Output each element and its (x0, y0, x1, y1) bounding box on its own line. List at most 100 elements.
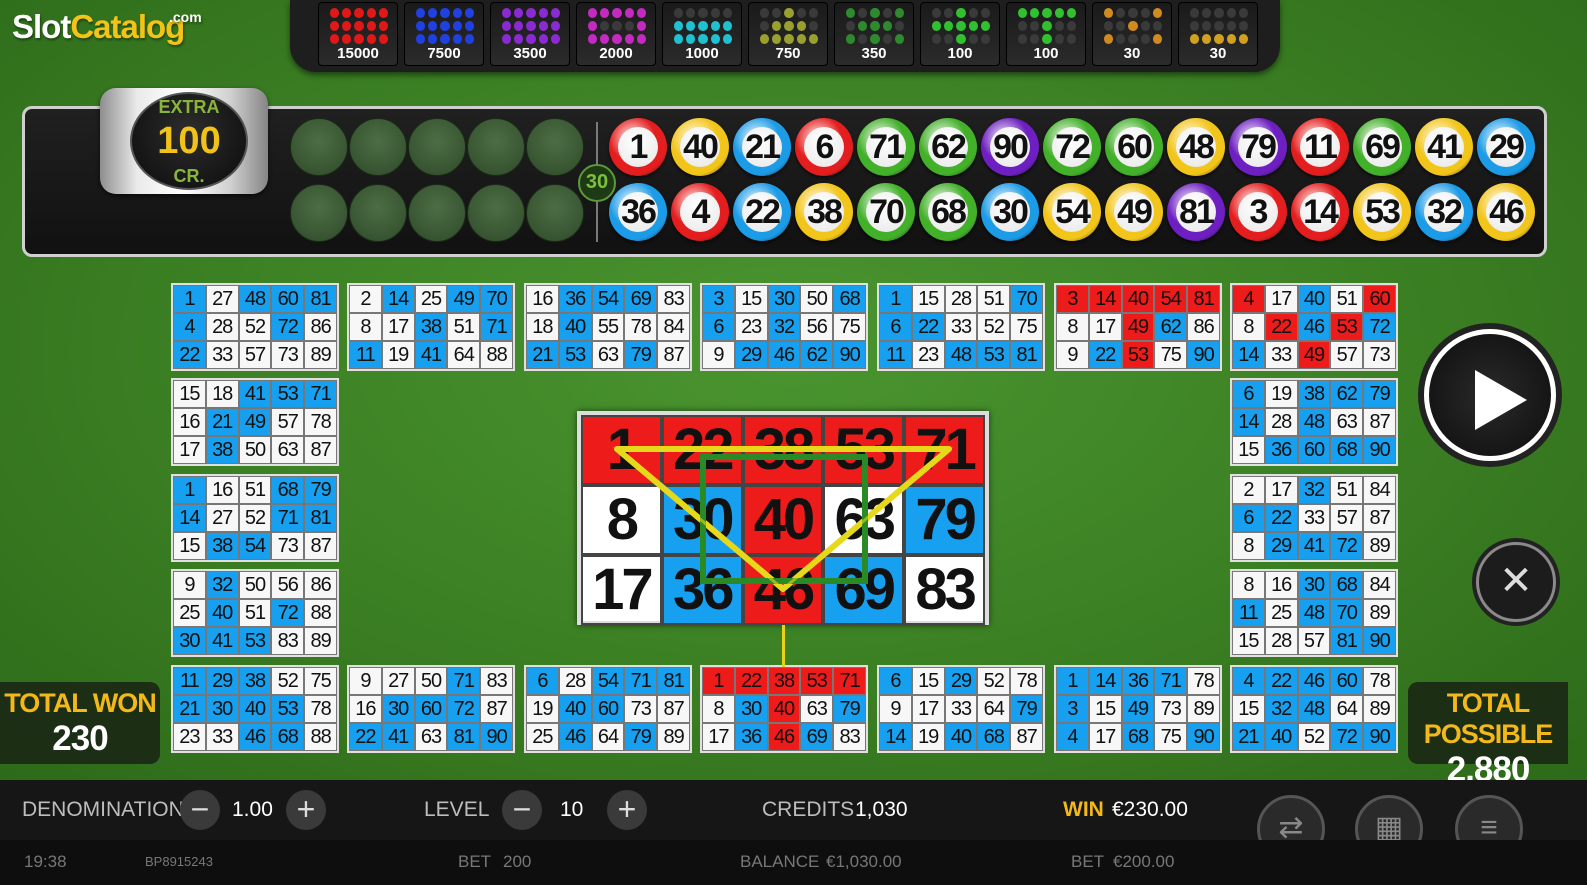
pattern-dot (1202, 21, 1212, 31)
card-cell: 71 (304, 380, 337, 408)
bingo-card[interactable]: 6 28 54 71 81 19 40 60 73 87 25 46 64 79 89 (524, 665, 692, 753)
pattern-dot (808, 21, 818, 31)
ball-number: 41 (1424, 127, 1464, 167)
bingo-card[interactable]: 4 17 40 51 60 8 22 46 53 72 14 33 49 57 73 (1230, 283, 1398, 371)
pattern-dot (600, 34, 610, 44)
pattern-dot (846, 21, 856, 31)
card-cell: 6 (1232, 504, 1265, 532)
pattern-dot (932, 34, 942, 44)
card-cell: 56 (800, 313, 834, 341)
denomination-plus-button[interactable]: + (286, 790, 326, 830)
status-bar: 19:38 BP8915243 BET 200 BALANCE €1,030.0… (0, 840, 1587, 885)
card-cell: 29 (1264, 532, 1298, 560)
pattern-grid (673, 7, 733, 45)
pattern-dot (612, 34, 622, 44)
card-cell: 8 (1232, 532, 1265, 560)
pattern-dot (956, 8, 966, 18)
balance-value: €1,030.00 (826, 852, 902, 871)
pattern-dot (342, 8, 352, 18)
play-button[interactable] (1424, 329, 1556, 461)
pattern-dot (1042, 21, 1052, 31)
pattern-dot (1214, 21, 1224, 31)
bingo-card[interactable]: 2 17 32 51 84 6 22 33 57 87 8 29 41 72 89 (1230, 474, 1398, 562)
bingo-card[interactable]: 15 18 41 53 71 16 21 49 57 78 17 38 50 63 87 (171, 378, 339, 466)
card-cell: 30 (381, 695, 415, 723)
card-cell: 15 (1088, 695, 1122, 723)
pattern-dot (784, 8, 794, 18)
card-cell: 50 (800, 285, 834, 313)
card-cell: 73 (1363, 341, 1396, 369)
card-cell: 40 (767, 695, 801, 723)
level-minus-button[interactable]: − (502, 790, 542, 830)
pattern-dot (624, 21, 634, 31)
bingo-card[interactable]: 1 15 28 51 70 6 22 33 52 75 11 23 48 53 81 (877, 283, 1045, 371)
pattern-dot (354, 8, 364, 18)
bingo-card[interactable]: 16 36 54 69 83 18 40 55 78 84 21 53 63 79 87 (524, 283, 692, 371)
pattern-dot (624, 34, 634, 44)
ball-number: 32 (1424, 192, 1464, 232)
close-button[interactable]: ✕ (1476, 542, 1556, 622)
selected-card-zoom: 1 22 38 53 71 8 30 40 63 79 17 36 46 69 83 (577, 411, 989, 625)
ball-number: 22 (742, 192, 782, 232)
level-plus-button[interactable]: + (607, 790, 647, 830)
bingo-card[interactable]: 1 16 51 68 79 14 27 52 71 81 15 38 54 73 87 (171, 474, 339, 562)
zoom-card-cell: 40 (742, 485, 824, 555)
bingo-card[interactable]: 1 14 36 71 78 3 15 49 73 89 4 17 68 75 90 (1054, 665, 1222, 753)
ball-number: 90 (990, 127, 1030, 167)
paytable-item: 100 (920, 2, 1000, 66)
bingo-card[interactable]: 3 14 40 54 81 8 17 49 62 86 9 22 53 75 90 (1054, 283, 1222, 371)
card-cell: 75 (1154, 723, 1188, 751)
play-icon (1475, 370, 1527, 430)
bingo-card[interactable]: 9 32 50 56 86 25 40 51 72 88 30 41 53 83 89 (171, 569, 339, 657)
bingo-ball: 71 (857, 118, 915, 176)
bingo-card[interactable]: 6 19 38 62 79 14 28 48 63 87 15 36 60 68 90 (1230, 378, 1398, 466)
bingo-card[interactable]: 8 16 30 68 84 11 25 48 70 89 15 28 57 81 90 (1230, 569, 1398, 657)
card-cell: 21 (173, 695, 206, 723)
zoom-card-cell: 30 (661, 485, 743, 555)
pattern-dot (1238, 34, 1248, 44)
card-cell: 8 (1232, 571, 1265, 599)
card-cell: 50 (238, 436, 272, 464)
bingo-card[interactable]: 11 29 38 52 75 21 30 40 53 78 23 33 46 68 88 (171, 665, 339, 753)
card-cell: 21 (205, 408, 239, 436)
paytable-value: 100 (1033, 45, 1059, 62)
paytable-item: 750 (748, 2, 828, 66)
card-cell: 69 (800, 723, 834, 751)
bingo-card[interactable]: 2 14 25 49 70 8 17 38 51 71 11 19 41 64 88 (347, 283, 515, 371)
empty-ball-slot (467, 118, 525, 176)
card-cell: 84 (1363, 476, 1396, 504)
logo-part1: Slot (12, 8, 71, 45)
denomination-minus-button[interactable]: − (180, 790, 220, 830)
pattern-dot (636, 21, 646, 31)
card-cell: 25 (1264, 599, 1298, 627)
card-cell: 60 (1330, 667, 1364, 695)
bingo-ball: 46 (1477, 183, 1535, 241)
ball-number: 29 (1486, 127, 1526, 167)
card-cell: 16 (205, 476, 239, 504)
card-cell: 86 (304, 313, 337, 341)
pattern-dot (796, 34, 806, 44)
pattern-dot (1066, 8, 1076, 18)
ball-number: 72 (1052, 127, 1092, 167)
card-cell: 68 (1330, 571, 1364, 599)
credits-value: 1,030 (855, 798, 908, 821)
pattern-dot (514, 34, 524, 44)
card-cell: 41 (1297, 532, 1331, 560)
pattern-dot (1226, 34, 1236, 44)
bingo-card[interactable]: 4 22 46 60 78 15 32 48 64 89 21 40 52 72 90 (1230, 665, 1398, 753)
card-cell: 15 (911, 285, 945, 313)
bingo-card[interactable]: 9 27 50 71 83 16 30 60 72 87 22 41 63 81 90 (347, 665, 515, 753)
bingo-card[interactable]: 3 15 30 50 68 6 23 32 56 75 9 29 46 62 90 (700, 283, 868, 371)
paytable-item: 1000 (662, 2, 742, 66)
bingo-card[interactable]: 1 22 38 53 71 8 30 40 63 79 17 36 46 69 83 (700, 665, 868, 753)
bingo-card[interactable]: 6 15 29 52 78 9 17 33 64 79 14 19 40 68 87 (877, 665, 1045, 753)
card-cell: 23 (173, 723, 206, 751)
pattern-dot (784, 21, 794, 31)
card-cell: 22 (173, 341, 206, 369)
pattern-dot (796, 21, 806, 31)
card-cell: 90 (1363, 723, 1396, 751)
card-cell: 69 (624, 285, 658, 313)
bingo-card[interactable]: 1 27 48 60 81 4 28 52 72 86 22 33 57 73 89 (171, 283, 339, 371)
card-cell: 33 (205, 341, 239, 369)
card-cell: 50 (414, 667, 448, 695)
